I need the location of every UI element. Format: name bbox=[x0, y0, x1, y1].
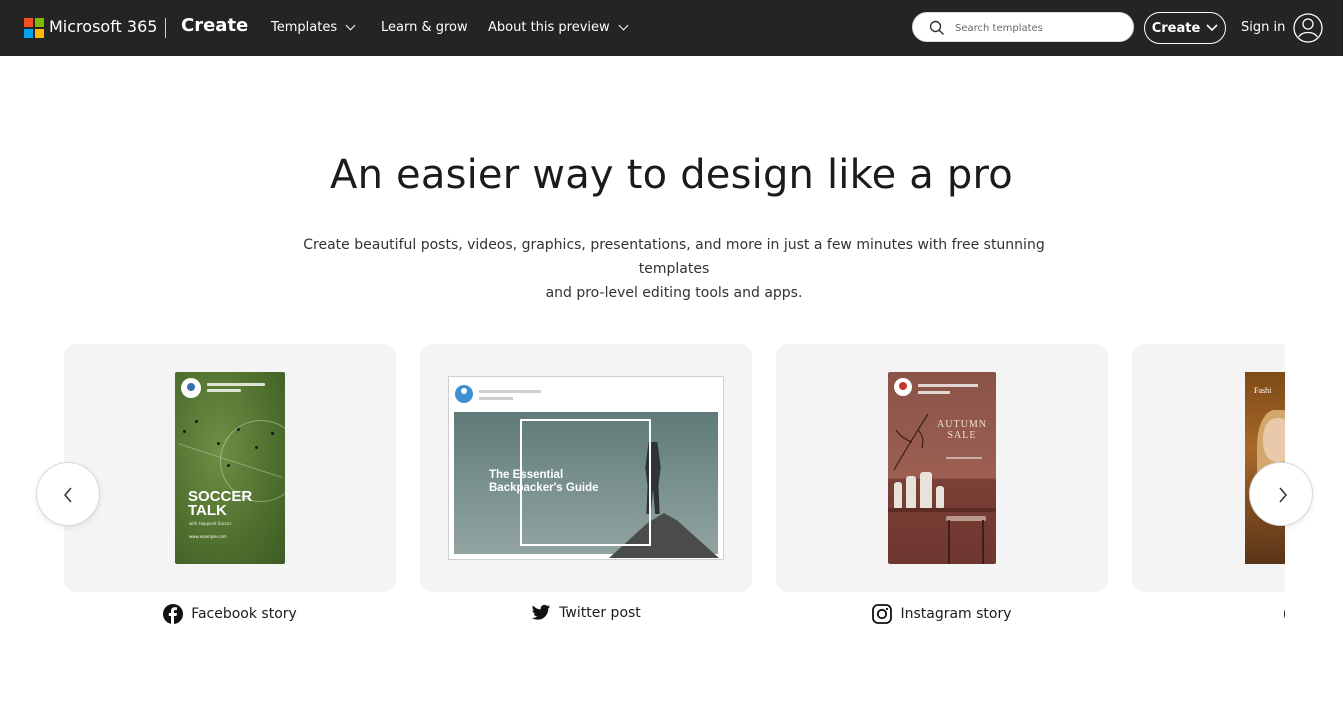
player-dot bbox=[255, 446, 258, 449]
thumbnail-title-line-2: Backpacker's Guide bbox=[489, 482, 599, 494]
nav-divider bbox=[165, 18, 166, 38]
chevron-down-icon bbox=[1206, 24, 1218, 32]
card-label-twitter-post[interactable]: Twitter post bbox=[420, 604, 752, 622]
template-card-facebook-story[interactable]: SOCCER TALK with Happiest Soccer www.exa… bbox=[64, 344, 396, 592]
nav-templates-label: Templates bbox=[271, 20, 338, 35]
card-label-instagram-story[interactable]: Instagram story bbox=[776, 604, 1108, 624]
player-dot bbox=[227, 464, 230, 467]
thumbnail-text-bar bbox=[918, 391, 950, 394]
nav-learn-grow-label: Learn & grow bbox=[381, 20, 468, 35]
player-dot bbox=[237, 428, 240, 431]
hero-subtitle: Create beautiful posts, videos, graphics… bbox=[271, 233, 1077, 305]
thumbnail-footer: www.example.com bbox=[189, 534, 227, 539]
nav-about-preview[interactable]: About this preview bbox=[488, 20, 629, 35]
thumbnail-text-bar bbox=[207, 383, 265, 386]
player-dot bbox=[271, 432, 274, 435]
user-account-icon[interactable] bbox=[1293, 13, 1323, 43]
template-card-instagram-story[interactable]: AUTUMN SALE bbox=[776, 344, 1108, 592]
branch-illustration bbox=[893, 413, 929, 471]
nav-learn-grow[interactable]: Learn & grow bbox=[381, 20, 468, 35]
sign-in-link[interactable]: Sign in bbox=[1241, 20, 1285, 35]
thumbnail-title-line-1: AUTUMN bbox=[937, 419, 987, 430]
thumbnail-title: The Essential Backpacker's Guide bbox=[489, 469, 599, 495]
template-thumbnail: AUTUMN SALE bbox=[888, 372, 996, 564]
chevron-right-icon bbox=[1279, 487, 1287, 503]
carousel-next-button[interactable] bbox=[1249, 462, 1313, 526]
vase-shape bbox=[920, 472, 932, 508]
thumbnail-text-bar bbox=[479, 390, 541, 393]
chevron-down-icon bbox=[345, 20, 356, 31]
thumbnail-photo: The Essential Backpacker's Guide bbox=[454, 412, 719, 558]
thumbnail-title: SOCCER TALK bbox=[188, 488, 253, 519]
chevron-left-icon bbox=[64, 487, 72, 503]
top-nav: Microsoft 365 Create Templates Learn & g… bbox=[0, 0, 1343, 56]
card-label-text: Instagram story bbox=[900, 606, 1012, 622]
player-dot bbox=[195, 420, 198, 423]
nav-about-preview-label: About this preview bbox=[488, 20, 610, 35]
microsoft-logo-icon[interactable] bbox=[24, 18, 44, 38]
thumbnail-title: Fashi bbox=[1254, 386, 1272, 395]
create-button-label: Create bbox=[1151, 20, 1201, 36]
thumbnail-title-line-1: The Essential bbox=[489, 469, 564, 481]
template-carousel: SOCCER TALK with Happiest Soccer www.exa… bbox=[64, 344, 1285, 644]
thumbnail-title: AUTUMN SALE bbox=[932, 419, 992, 441]
chevron-down-icon bbox=[618, 20, 629, 31]
card-label-video[interactable] bbox=[1132, 604, 1285, 624]
hero-subtitle-line-1: Create beautiful posts, videos, graphics… bbox=[303, 237, 1045, 277]
section-title[interactable]: Create bbox=[181, 15, 248, 36]
thumbnail-subtitle: with Happiest Soccer bbox=[189, 521, 232, 526]
thumbnail-title-line-2: SALE bbox=[947, 430, 977, 441]
stool-shape bbox=[946, 516, 986, 521]
vase-shape bbox=[906, 476, 916, 508]
search-input[interactable] bbox=[953, 18, 1127, 38]
instagram-icon bbox=[872, 604, 893, 624]
carousel-prev-button[interactable] bbox=[36, 462, 100, 526]
facebook-icon bbox=[163, 604, 184, 624]
nav-templates[interactable]: Templates bbox=[271, 20, 356, 35]
card-label-text: Twitter post bbox=[559, 605, 641, 621]
player-dot bbox=[183, 430, 186, 433]
thumbnail-text-bar bbox=[918, 384, 978, 387]
thumbnail-avatar bbox=[455, 385, 473, 403]
play-icon bbox=[1284, 609, 1285, 619]
template-thumbnail: SOCCER TALK with Happiest Soccer www.exa… bbox=[175, 372, 285, 564]
shelf-shape bbox=[888, 508, 996, 512]
player-dot bbox=[217, 442, 220, 445]
twitter-icon bbox=[532, 604, 551, 620]
create-button[interactable]: Create bbox=[1144, 12, 1226, 44]
face-shape bbox=[1263, 418, 1285, 462]
card-label-facebook-story[interactable]: Facebook story bbox=[64, 604, 396, 624]
brand-name[interactable]: Microsoft 365 bbox=[49, 17, 157, 36]
thumbnail-avatar bbox=[181, 378, 201, 398]
thumbnail-text-bar bbox=[946, 457, 982, 459]
stool-leg bbox=[982, 520, 984, 564]
hero-subtitle-line-2: and pro-level editing tools and apps. bbox=[545, 285, 803, 301]
stool-leg bbox=[948, 520, 950, 564]
template-card-twitter-post[interactable]: The Essential Backpacker's Guide bbox=[420, 344, 752, 592]
template-thumbnail: The Essential Backpacker's Guide bbox=[448, 376, 724, 560]
thumbnail-avatar bbox=[894, 378, 912, 396]
vase-shape bbox=[936, 486, 944, 508]
card-label-text: Facebook story bbox=[191, 606, 297, 622]
search-box[interactable] bbox=[912, 12, 1134, 42]
thumbnail-text-bar bbox=[479, 397, 513, 400]
thumbnail-text-bar bbox=[207, 389, 241, 392]
hero-title: An easier way to design like a pro bbox=[330, 152, 1013, 198]
vase-shape bbox=[894, 482, 902, 508]
search-icon bbox=[929, 20, 944, 35]
